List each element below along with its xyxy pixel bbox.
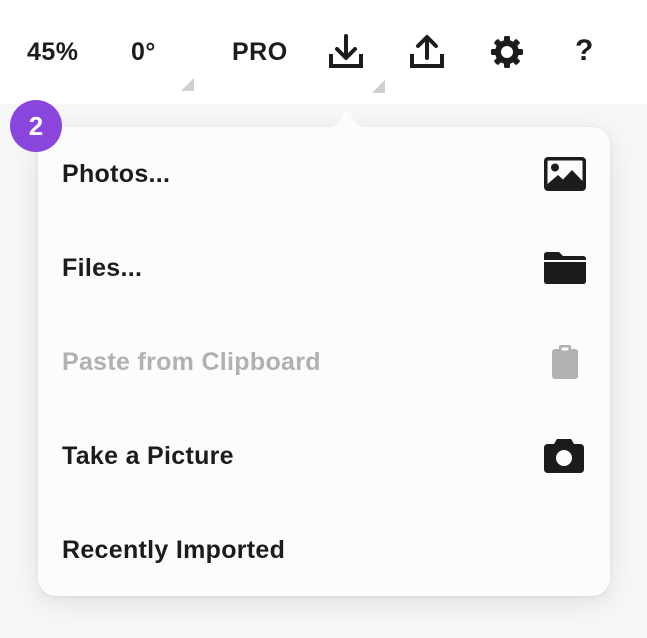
photo-icon <box>544 157 586 191</box>
menu-item-label: Take a Picture <box>62 442 234 470</box>
menu-item-photos[interactable]: Photos... <box>38 127 610 221</box>
download-icon[interactable] <box>327 33 365 71</box>
zoom-level[interactable]: 45% <box>27 35 79 69</box>
camera-icon <box>544 439 584 473</box>
folder-icon <box>544 252 586 284</box>
toolbar: 45% 0° PRO ? <box>0 0 647 104</box>
menu-item-label: Files... <box>62 254 143 282</box>
step-badge: 2 <box>10 100 62 152</box>
menu-item-files[interactable]: Files... <box>38 221 610 315</box>
gear-icon[interactable] <box>489 34 525 70</box>
import-menu: Photos... Files... Paste from Clipboard … <box>38 127 610 596</box>
menu-item-take-picture[interactable]: Take a Picture <box>38 409 610 503</box>
pro-button[interactable]: PRO <box>232 35 288 69</box>
menu-item-paste-clipboard[interactable]: Paste from Clipboard <box>38 315 610 409</box>
help-button[interactable]: ? <box>575 34 594 68</box>
popover-arrow <box>319 110 375 129</box>
menu-item-label: Paste from Clipboard <box>62 348 321 376</box>
menu-item-label: Recently Imported <box>62 536 286 564</box>
download-menu-indicator <box>372 80 385 93</box>
menu-item-recently-imported[interactable]: Recently Imported <box>38 503 610 597</box>
clipboard-icon <box>552 345 578 379</box>
upload-icon[interactable] <box>408 33 446 71</box>
rotation-angle[interactable]: 0° <box>131 35 156 69</box>
menu-item-label: Photos... <box>62 160 171 188</box>
rotation-menu-indicator <box>181 78 194 91</box>
